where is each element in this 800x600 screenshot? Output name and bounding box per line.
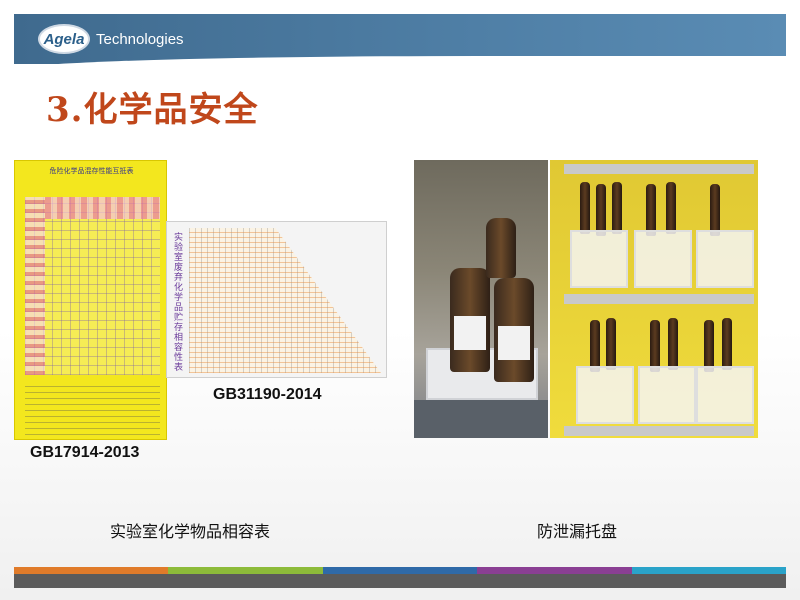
bottle [596,184,606,236]
gb17914-chart-heading: 危险化学品混存性能互抵表 [49,168,134,175]
footer-base-bar [14,574,786,588]
bottle [580,182,590,234]
gb17914-chart-category-column [25,197,45,375]
bottle [710,184,720,236]
gb31190-label: GB31190-2014 [213,386,322,403]
footer-segment [14,567,169,574]
storage-bin [638,366,696,424]
slide-title: 3.化学品安全 [46,90,259,130]
storage-bin [570,230,628,288]
reagent-bottle [494,278,534,382]
bottle [606,318,616,370]
spill-tray-caption: 防泄漏托盘 [537,522,618,541]
gb17914-chart-grid [25,197,160,375]
footer-segment [322,567,478,574]
footer-segment [477,567,632,574]
footer-color-bar [14,567,787,574]
cabinet-shelf [564,426,754,436]
spill-tray-photo-cabinet [414,160,548,438]
cabinet-shelf [564,164,754,174]
storage-bin [696,230,754,288]
gb17914-chart-header-row [45,197,160,219]
gb17914-label: GB17914-2013 [30,444,140,461]
bottle [722,318,732,370]
spill-tray-photo-shelves [550,160,758,438]
gb31190-chart-triangle-grid [189,228,381,373]
bottle [646,184,656,236]
bottle [612,182,622,234]
bottle [666,182,676,234]
reagent-bottle [450,268,490,372]
bottle [668,318,678,370]
gb31190-chart-image: 实验室废弃化学品贮存相容性表 [166,221,387,378]
footer-segment [631,567,787,574]
storage-bin [634,230,692,288]
storage-bin [576,366,634,424]
company-name: Technologies [96,30,184,48]
gb31190-chart-title: 实验室废弃化学品贮存相容性表 [173,232,183,372]
compatibility-table-caption: 实验室化学物品相容表 [110,522,271,541]
company-logo: Agela Technologies [38,24,184,54]
bottle [650,320,660,372]
photo-floor [414,400,548,438]
gb17914-chart-image: 危险化学品混存性能互抵表 [14,160,167,440]
logo-mark: Agela [38,24,90,54]
storage-bin [696,366,754,424]
bottle [704,320,714,372]
reagent-bottle [486,218,516,278]
bottle [590,320,600,372]
gb17914-chart-notes [25,385,160,435]
footer-segment [168,567,323,574]
cabinet-shelf [564,294,754,304]
